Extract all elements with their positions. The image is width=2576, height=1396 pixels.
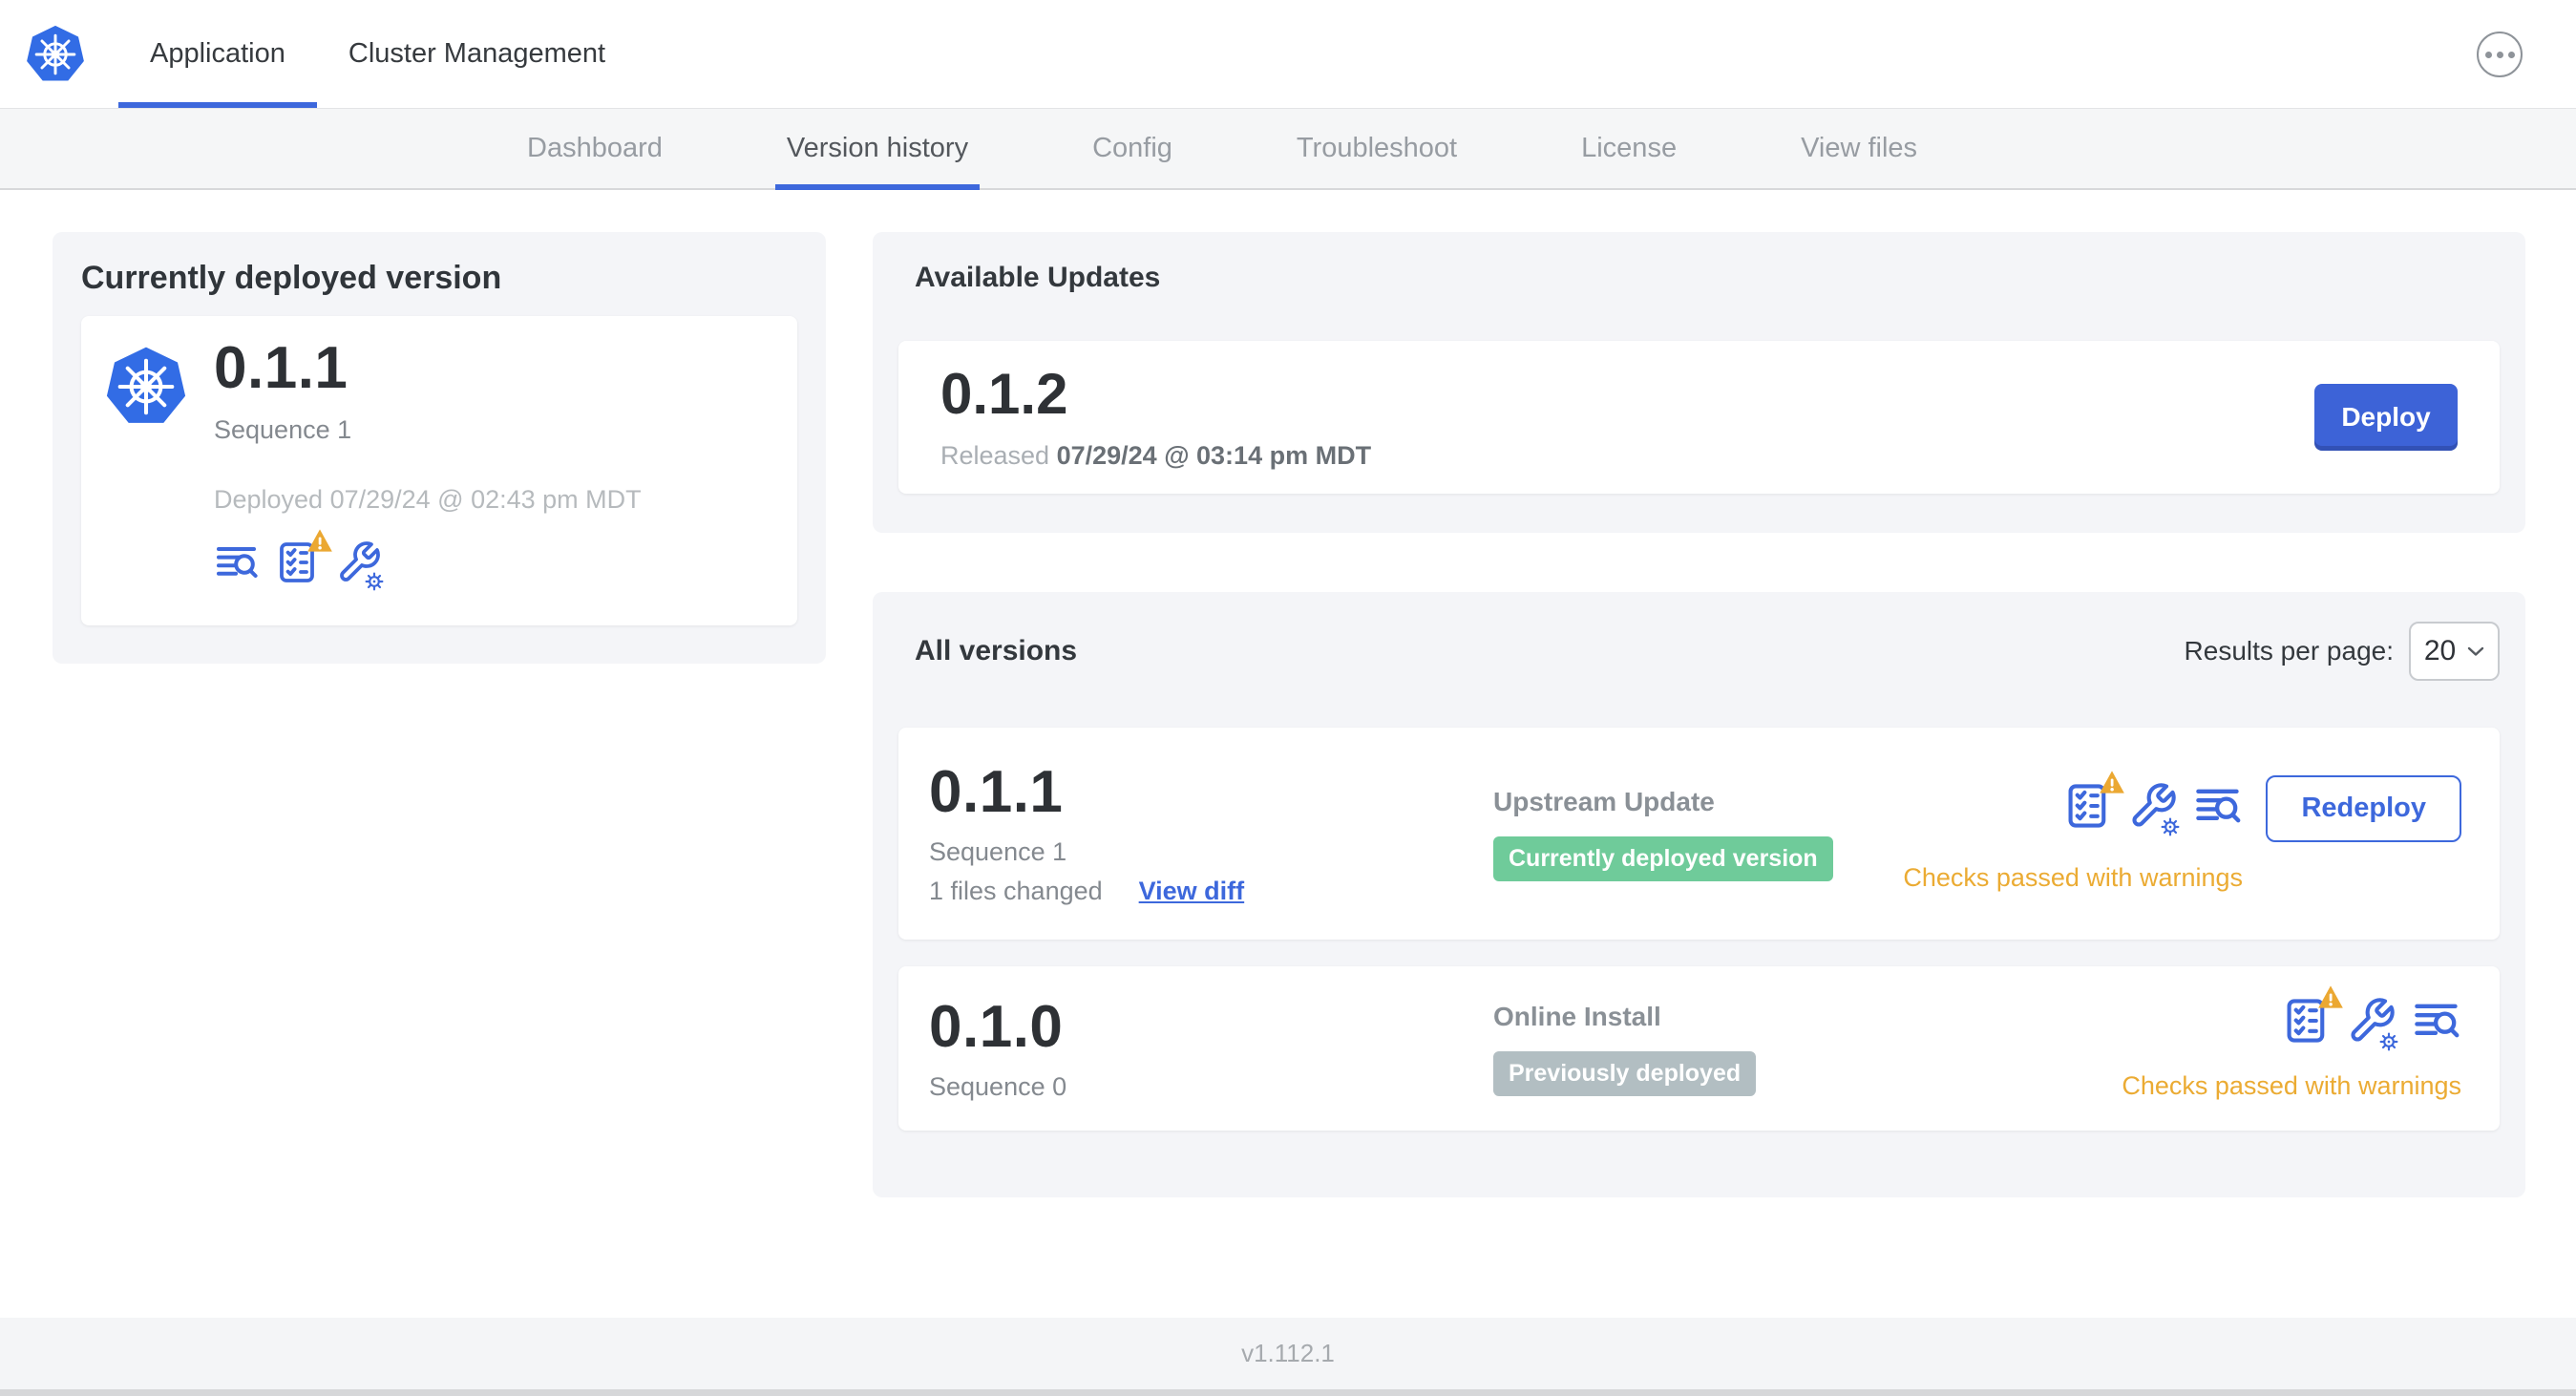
tab-dashboard[interactable]: Dashboard (527, 109, 663, 188)
top-nav: Application Cluster Management (0, 0, 2576, 108)
version-row: 0.1.0 Sequence 0 Online Install Previous… (898, 966, 2500, 1131)
tab-license[interactable]: License (1581, 109, 1677, 188)
gear-icon (2161, 817, 2180, 836)
deployed-version-card: 0.1.1 Sequence 1 Deployed 07/29/24 @ 02:… (81, 316, 797, 625)
deploy-logs-icon[interactable] (2412, 996, 2461, 1050)
bottom-edge-strip (0, 1389, 2576, 1396)
edit-config-icon[interactable] (2347, 996, 2398, 1051)
checks-status-link[interactable]: Checks passed with warnings (1903, 863, 2243, 893)
currently-deployed-title: Currently deployed version (81, 260, 502, 296)
update-version-number: 0.1.2 (940, 361, 1068, 426)
row-sequence: Sequence 1 (929, 837, 1067, 866)
deployed-sequence: Sequence 1 (214, 415, 352, 444)
version-source-label: Online Install (1493, 1001, 1661, 1031)
ellipsis-menu-icon[interactable] (2477, 32, 2523, 77)
preflight-checks-warning-icon[interactable] (2282, 985, 2343, 1050)
gear-icon (2379, 1032, 2398, 1051)
warning-triangle-icon (2100, 771, 2125, 793)
deploy-logs-icon[interactable] (2193, 781, 2243, 835)
update-released-line: Released 07/29/24 @ 03:14 pm MDT (940, 440, 1372, 470)
chevron-down-icon (2467, 646, 2484, 656)
gear-icon (365, 572, 384, 591)
preflight-checks-warning-icon[interactable] (2063, 771, 2125, 835)
preflight-checks-warning-icon[interactable] (275, 529, 332, 590)
tab-cluster-management[interactable]: Cluster Management (317, 0, 637, 108)
kubernetes-logo-icon (27, 25, 84, 81)
deploy-logs-icon[interactable] (214, 539, 260, 590)
deployed-timestamp: Deployed 07/29/24 @ 02:43 pm MDT (214, 485, 642, 514)
app-sub-nav: Dashboard Version history Config Trouble… (0, 108, 2576, 190)
tab-view-files[interactable]: View files (1801, 109, 1917, 188)
edit-config-icon[interactable] (2128, 781, 2180, 836)
update-row: 0.1.2 Released 07/29/24 @ 03:14 pm MDT D… (898, 341, 2500, 494)
row-version-number: 0.1.0 (929, 993, 1064, 1060)
currently-deployed-card: Currently deployed version 0.1.1 Sequenc… (53, 232, 826, 664)
all-versions-card: All versions Results per page: 20 0.1.1 … (873, 592, 2525, 1197)
tab-application[interactable]: Application (118, 0, 317, 108)
available-updates-card: Available Updates 0.1.2 Released 07/29/2… (873, 232, 2525, 533)
checks-status-link[interactable]: Checks passed with warnings (2122, 1071, 2461, 1101)
update-released-date: 07/29/24 @ 03:14 pm MDT (1056, 440, 1372, 470)
results-per-page-select[interactable]: 20 (2409, 622, 2500, 681)
warning-triangle-icon (307, 529, 332, 552)
all-versions-title: All versions (915, 635, 1078, 666)
tab-config[interactable]: Config (1092, 109, 1172, 188)
status-badge: Currently deployed version (1493, 835, 1833, 881)
available-updates-title: Available Updates (915, 262, 1161, 293)
row-sequence: Sequence 0 (929, 1071, 1067, 1101)
row-version-number: 0.1.1 (929, 759, 1064, 825)
redeploy-button[interactable]: Redeploy (2266, 774, 2461, 842)
footer: v1.112.1 (0, 1318, 2576, 1389)
view-diff-link[interactable]: View diff (1139, 877, 1245, 906)
edit-config-icon[interactable] (336, 539, 384, 591)
tab-troubleshoot[interactable]: Troubleshoot (1297, 109, 1457, 188)
version-source-label: Upstream Update (1493, 786, 1715, 816)
tab-version-history[interactable]: Version history (774, 109, 981, 190)
version-row: 0.1.1 Sequence 1 1 files changed View di… (898, 728, 2500, 940)
deployed-version-number: 0.1.1 (214, 335, 348, 401)
files-changed-label: 1 files changed (929, 877, 1103, 905)
app-logo (0, 0, 86, 108)
deploy-button[interactable]: Deploy (2314, 384, 2458, 451)
warning-triangle-icon (2318, 985, 2343, 1008)
status-badge: Previously deployed (1493, 1050, 1757, 1096)
results-per-page-label: Results per page: (2184, 636, 2394, 666)
console-version: v1.112.1 (1241, 1339, 1335, 1367)
kubernetes-version-icon (106, 347, 186, 423)
primary-tabs: Application Cluster Management (118, 0, 637, 108)
